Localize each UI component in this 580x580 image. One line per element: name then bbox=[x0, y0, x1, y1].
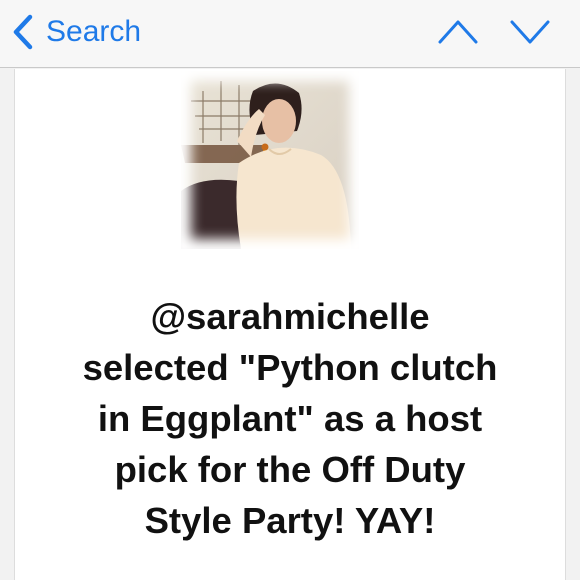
message-line[interactable]: @sarahmichelle bbox=[15, 291, 565, 342]
chevron-down-icon[interactable] bbox=[508, 14, 552, 50]
chevron-left-icon bbox=[13, 14, 33, 50]
message-line: in Eggplant" as a host bbox=[97, 398, 483, 439]
navigation-bar: Search bbox=[0, 0, 580, 68]
profile-photo-image bbox=[181, 71, 359, 249]
chevron-up-icon[interactable] bbox=[436, 14, 480, 50]
message-line: Style Party! YAY! bbox=[144, 500, 436, 541]
back-button[interactable]: Search bbox=[10, 10, 141, 54]
post-content: @sarahmichelle selected "Python clutch i… bbox=[14, 69, 566, 580]
screen: Search @sarahmichelle selected "Python c… bbox=[0, 0, 580, 580]
message-line: selected "Python clutch bbox=[82, 347, 498, 388]
post-message: @sarahmichelle selected "Python clutch i… bbox=[15, 291, 565, 546]
message-line: pick for the Off Duty bbox=[114, 449, 466, 490]
back-button-label: Search bbox=[46, 15, 142, 48]
profile-photo[interactable] bbox=[181, 71, 359, 249]
